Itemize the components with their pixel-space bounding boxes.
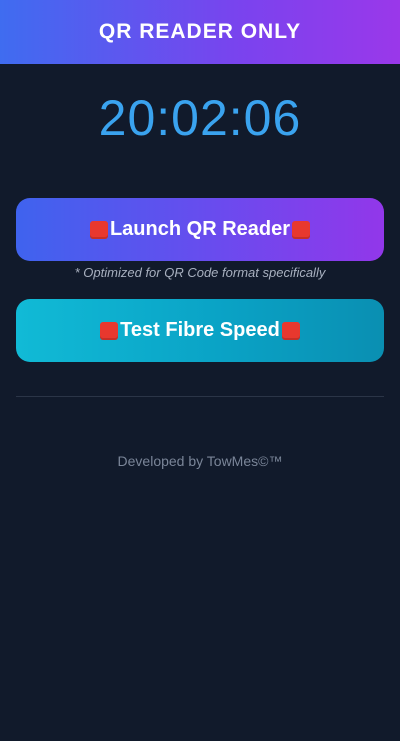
test-fibre-speed-label: Test Fibre Speed	[120, 319, 280, 341]
launch-qr-reader-label: Launch QR Reader	[109, 218, 291, 240]
optimization-note: * Optimized for QR Code format specifica…	[74, 265, 326, 280]
page-title: QR READER ONLY	[98, 20, 302, 43]
developer-credit: Developed by TowMes©™	[117, 453, 283, 469]
red-square-icon	[89, 220, 108, 239]
app-screen: QR READER ONLY 20:02:06 Launch QR Reader…	[0, 0, 400, 741]
divider	[16, 396, 384, 397]
red-square-icon	[292, 220, 311, 239]
launch-qr-reader-button[interactable]: Launch QR Reader	[16, 198, 384, 261]
app-header: QR READER ONLY	[0, 0, 400, 64]
clock-display: 20:02:06	[98, 90, 302, 146]
red-square-icon	[100, 321, 119, 340]
test-fibre-speed-button[interactable]: Test Fibre Speed	[16, 299, 384, 362]
red-square-icon	[281, 321, 300, 340]
